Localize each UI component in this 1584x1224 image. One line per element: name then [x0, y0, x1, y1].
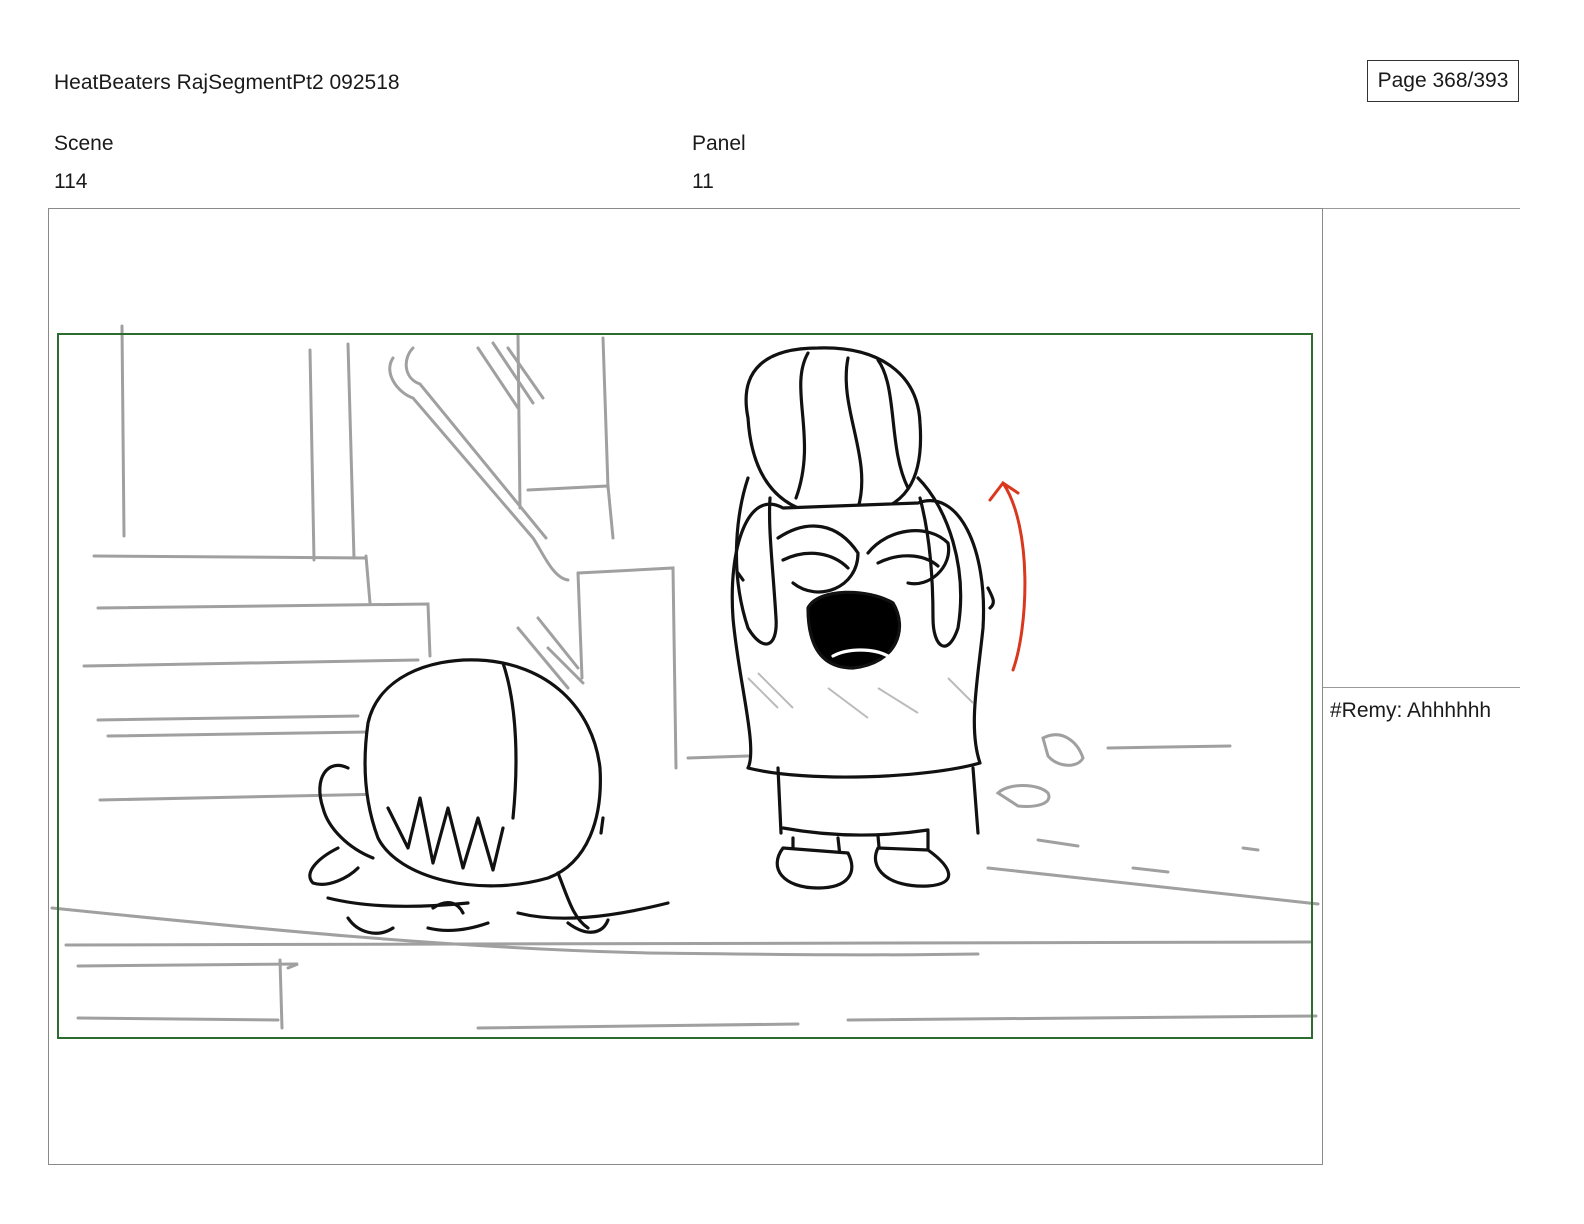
notes-top-divider	[1323, 208, 1520, 209]
notes-dialogue-divider	[1323, 687, 1520, 688]
panel-label: Panel	[692, 132, 746, 155]
dialogue-note: #Remy: Ahhhhhh	[1330, 699, 1492, 722]
document-title: HeatBeaters RajSegmentPt2 092518	[54, 71, 400, 94]
character-crouched	[308, 658, 670, 935]
page-counter: Page 368/393	[1367, 60, 1519, 102]
panel-number: 11	[692, 170, 714, 193]
character-standing-screaming	[730, 346, 995, 890]
scene-label: Scene	[54, 132, 114, 155]
action-arrow-icon	[988, 480, 1027, 672]
scene-number: 114	[54, 170, 88, 193]
storyboard-drawing	[50, 324, 1320, 1039]
background-sketch	[50, 324, 1320, 1030]
camera-safe-frame	[57, 333, 1313, 1039]
